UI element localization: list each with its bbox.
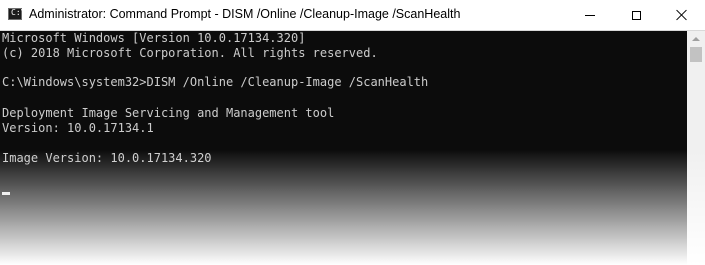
scroll-up-arrow-icon xyxy=(692,36,700,41)
command-prompt-window: C:\ Administrator: Command Prompt - DISM… xyxy=(0,0,705,265)
close-icon xyxy=(676,9,688,21)
console-line: Image Version: 10.0.17134.320 xyxy=(2,151,212,165)
console-line: (c) 2018 Microsoft Corporation. All righ… xyxy=(2,46,378,60)
scroll-up-button[interactable] xyxy=(687,31,705,46)
app-icon-text: C:\ xyxy=(11,8,26,17)
vertical-scrollbar[interactable] xyxy=(687,31,705,265)
window-title: Administrator: Command Prompt - DISM /On… xyxy=(29,7,461,21)
scrollbar-thumb[interactable] xyxy=(690,47,702,62)
minimize-button[interactable] xyxy=(567,0,613,30)
close-button[interactable] xyxy=(659,0,705,30)
maximize-button[interactable] xyxy=(613,0,659,30)
title-bar[interactable]: C:\ Administrator: Command Prompt - DISM… xyxy=(0,0,705,31)
minimize-icon xyxy=(585,14,595,16)
console-output-area[interactable]: Microsoft Windows [Version 10.0.17134.32… xyxy=(0,31,687,265)
maximize-icon xyxy=(631,10,641,20)
console-line: Microsoft Windows [Version 10.0.17134.32… xyxy=(2,31,306,45)
command-prompt-icon[interactable]: C:\ xyxy=(8,8,26,20)
console-line: Version: 10.0.17134.1 xyxy=(2,121,154,135)
console-line: Deployment Image Servicing and Managemen… xyxy=(2,106,335,120)
console-command-line: C:\Windows\system32>DISM /Online /Cleanu… xyxy=(2,75,429,89)
text-cursor xyxy=(2,192,10,195)
